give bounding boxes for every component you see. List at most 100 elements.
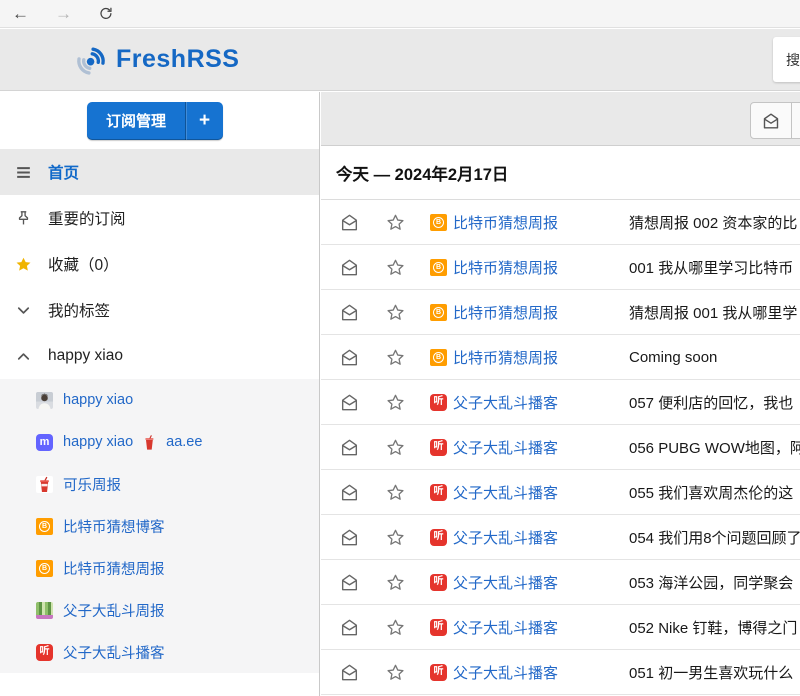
mark-read-button[interactable]	[338, 436, 360, 458]
article-title[interactable]: 051 初一男生喜欢玩什么	[629, 662, 800, 683]
mark-read-button[interactable]	[338, 256, 360, 278]
mark-all-read-button[interactable]	[750, 102, 792, 139]
sidebar-nav-item[interactable]: happy xiao	[0, 333, 319, 379]
article-row[interactable]: 听 父子大乱斗播客 054 我们用8个问题回顾了	[321, 515, 800, 560]
app-header: FreshRSS 搜索	[0, 29, 800, 91]
open-envelope-icon	[339, 347, 360, 368]
article-title[interactable]: 001 我从哪里学习比特币	[629, 257, 800, 278]
search-input-text: 搜索	[786, 50, 800, 70]
toolbar-clipped-button[interactable]	[792, 102, 800, 139]
article-row[interactable]: B 比特币猜想周报 猜想周报 001 我从哪里学	[321, 290, 800, 335]
mark-read-button[interactable]	[338, 616, 360, 638]
sidebar-feed-item[interactable]: m happy xiao aa.ee	[0, 421, 319, 463]
article-feed-name[interactable]: 比特币猜想周报	[453, 347, 629, 368]
page-title: FreshRSS	[116, 45, 239, 74]
article-title[interactable]: 猜想周报 001 我从哪里学	[629, 302, 800, 323]
sidebar-nav-item[interactable]: 首页	[0, 149, 319, 195]
favorite-star-button[interactable]	[384, 661, 406, 683]
favorite-star-button[interactable]	[384, 211, 406, 233]
article-title[interactable]: 猜想周报 002 资本家的比	[629, 212, 800, 233]
mark-read-button[interactable]	[338, 481, 360, 503]
toolbar-button-group	[750, 102, 800, 139]
sidebar-nav-label: 收藏（0）	[48, 253, 119, 275]
mark-read-button[interactable]	[338, 526, 360, 548]
article-feed-name[interactable]: 父子大乱斗播客	[453, 572, 629, 593]
mark-read-button[interactable]	[338, 211, 360, 233]
article-feed-name[interactable]: 父子大乱斗播客	[453, 662, 629, 683]
article-title[interactable]: 054 我们用8个问题回顾了	[629, 527, 800, 548]
mark-read-button[interactable]	[338, 391, 360, 413]
article-title[interactable]: 056 PUBG WOW地图，阿	[629, 437, 800, 458]
article-row[interactable]: 听 父子大乱斗播客 057 便利店的回忆，我也	[321, 380, 800, 425]
back-icon[interactable]: ←	[12, 5, 29, 22]
article-feed-name[interactable]: 父子大乱斗播客	[453, 482, 629, 503]
subscription-split-button: 订阅管理 +	[87, 102, 223, 140]
sidebar-feed-item[interactable]: happy xiao	[0, 379, 319, 421]
cola-cup-favicon	[36, 476, 53, 493]
open-envelope-icon	[339, 527, 360, 548]
article-feed-name[interactable]: 父子大乱斗播客	[453, 437, 629, 458]
favorite-star-button[interactable]	[384, 526, 406, 548]
sidebar-feed-item[interactable]: 父子大乱斗周报	[0, 589, 319, 631]
sidebar-nav-item[interactable]: 我的标签	[0, 287, 319, 333]
mark-read-button[interactable]	[338, 571, 360, 593]
star-outline-icon	[385, 257, 406, 278]
sidebar-feed-item[interactable]: 可乐周报	[0, 463, 319, 505]
article-feed-name[interactable]: 比特币猜想周报	[453, 212, 629, 233]
sidebar-feed-item[interactable]: B 比特币猜想博客	[0, 505, 319, 547]
search-input[interactable]: 搜索	[773, 37, 800, 82]
article-title[interactable]: 055 我们喜欢周杰伦的这	[629, 482, 800, 503]
add-subscription-button[interactable]: +	[185, 102, 223, 140]
bitcoin-favicon: B	[430, 259, 447, 276]
bitcoin-favicon: B	[430, 304, 447, 321]
article-feed-name[interactable]: 父子大乱斗播客	[453, 617, 629, 638]
browser-nav-bar: ← →	[0, 0, 800, 28]
hamburger-icon	[14, 163, 33, 182]
mark-read-button[interactable]	[338, 346, 360, 368]
mark-read-button[interactable]	[338, 301, 360, 323]
manage-subscriptions-button[interactable]: 订阅管理	[87, 102, 185, 140]
article-feed-name[interactable]: 比特币猜想周报	[453, 302, 629, 323]
favorite-star-button[interactable]	[384, 346, 406, 368]
favorite-star-button[interactable]	[384, 571, 406, 593]
favorite-star-button[interactable]	[384, 616, 406, 638]
favorite-star-button[interactable]	[384, 391, 406, 413]
feed-label: 比特币猜想博客	[63, 516, 165, 537]
article-feed-name[interactable]: 比特币猜想周报	[453, 257, 629, 278]
article-title[interactable]: 057 便利店的回忆，我也	[629, 392, 800, 413]
pin-icon	[14, 209, 33, 228]
article-feed-name[interactable]: 父子大乱斗播客	[453, 392, 629, 413]
article-row[interactable]: 听 父子大乱斗播客 052 Nike 钉鞋，博得之门	[321, 605, 800, 650]
open-envelope-icon	[339, 302, 360, 323]
article-title[interactable]: Coming soon	[629, 349, 800, 366]
open-envelope-icon	[339, 662, 360, 683]
favorite-star-button[interactable]	[384, 436, 406, 458]
sidebar-feed-item[interactable]: 听 父子大乱斗播客	[0, 631, 319, 673]
article-feed-name[interactable]: 父子大乱斗播客	[453, 527, 629, 548]
refresh-icon[interactable]	[98, 6, 114, 22]
article-row[interactable]: 听 父子大乱斗播客 056 PUBG WOW地图，阿	[321, 425, 800, 470]
sidebar-nav-item[interactable]: 重要的订阅	[0, 195, 319, 241]
star-outline-icon	[385, 572, 406, 593]
sidebar-nav-item[interactable]: 收藏（0）	[0, 241, 319, 287]
star-outline-icon	[385, 437, 406, 458]
forward-icon[interactable]: →	[55, 5, 72, 22]
article-title[interactable]: 052 Nike 钉鞋，博得之门	[629, 617, 800, 638]
article-row[interactable]: 听 父子大乱斗播客 051 初一男生喜欢玩什么	[321, 650, 800, 695]
article-title[interactable]: 053 海洋公园，同学聚会	[629, 572, 800, 593]
open-envelope-icon	[339, 212, 360, 233]
star-outline-icon	[385, 347, 406, 368]
favorite-star-button[interactable]	[384, 301, 406, 323]
pixel-art-favicon	[36, 602, 53, 619]
mark-read-button[interactable]	[338, 661, 360, 683]
favorite-star-button[interactable]	[384, 256, 406, 278]
article-row[interactable]: B 比特币猜想周报 猜想周报 002 资本家的比	[321, 200, 800, 245]
article-row[interactable]: B 比特币猜想周报 001 我从哪里学习比特币	[321, 245, 800, 290]
sidebar-nav-label: 我的标签	[48, 299, 110, 321]
article-row[interactable]: 听 父子大乱斗播客 055 我们喜欢周杰伦的这	[321, 470, 800, 515]
star-outline-icon	[385, 617, 406, 638]
sidebar-feed-item[interactable]: B 比特币猜想周报	[0, 547, 319, 589]
article-row[interactable]: B 比特币猜想周报 Coming soon	[321, 335, 800, 380]
article-row[interactable]: 听 父子大乱斗播客 053 海洋公园，同学聚会	[321, 560, 800, 605]
favorite-star-button[interactable]	[384, 481, 406, 503]
